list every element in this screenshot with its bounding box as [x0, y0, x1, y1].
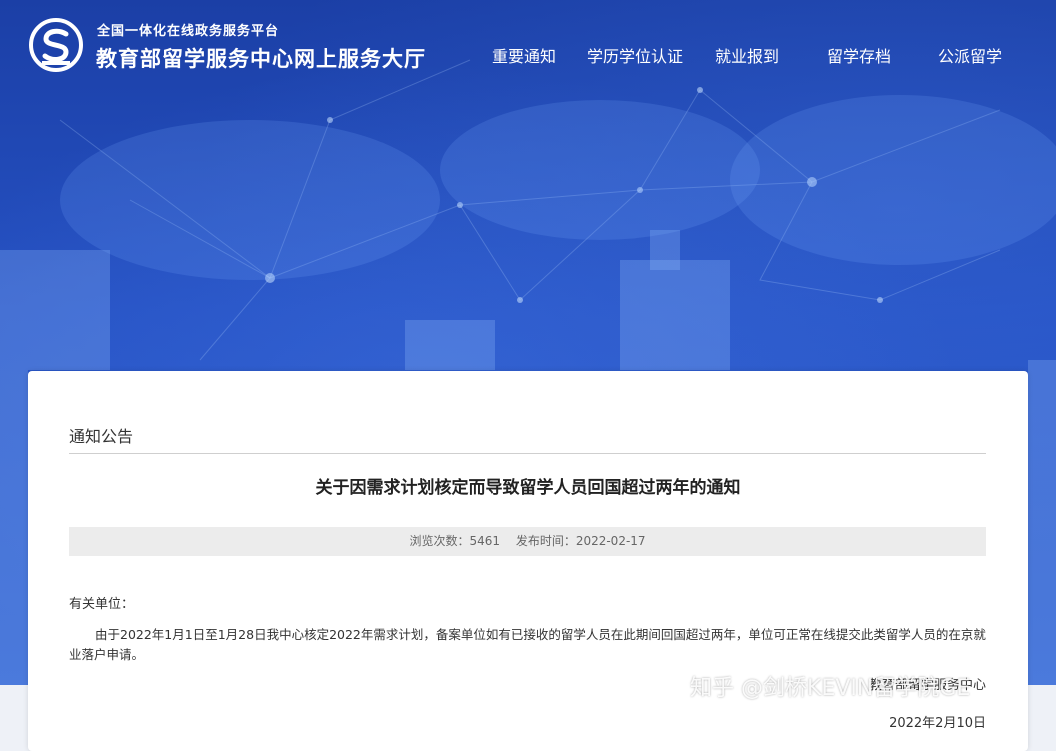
view-count: 浏览次数：5461 — [409, 534, 500, 548]
publish-date: 发布时间：2022-02-17 — [515, 534, 646, 548]
logo-icon[interactable] — [28, 17, 84, 73]
site-title[interactable]: 教育部留学服务中心网上服务大厅 — [96, 43, 426, 73]
article-meta-bar: 浏览次数：5461 发布时间：2022-02-17 — [69, 527, 986, 556]
breadcrumb-divider — [69, 453, 986, 454]
nav-important-notices[interactable]: 重要通知 — [492, 43, 556, 67]
nav-degree-certification[interactable]: 学历学位认证 — [587, 43, 683, 67]
nav-employment-registration[interactable]: 就业报到 — [715, 43, 779, 67]
site-header: 全国一体化在线政务服务平台 教育部留学服务中心网上服务大厅 重要通知 学历学位认… — [0, 0, 1056, 110]
article-date: 2022年2月10日 — [889, 716, 986, 731]
nav-study-abroad-archive[interactable]: 留学存档 — [827, 43, 891, 67]
nav-government-sponsored[interactable]: 公派留学 — [938, 43, 1002, 67]
breadcrumb[interactable]: 通知公告 — [69, 423, 133, 447]
article-body: 由于2022年1月1日至1月28日我中心核定2022年需求计划，备案单位如有已接… — [69, 627, 986, 662]
main-nav: 重要通知 学历学位认证 就业报到 留学存档 公派留学 — [490, 43, 1016, 67]
article-title: 关于因需求计划核定而导致留学人员回国超过两年的通知 — [315, 478, 741, 498]
platform-subtitle: 全国一体化在线政务服务平台 — [97, 24, 280, 39]
article-salutation: 有关单位： — [69, 597, 135, 612]
zhihu-watermark: 知乎 @剑桥KEVIN留学院GE — [690, 676, 971, 701]
